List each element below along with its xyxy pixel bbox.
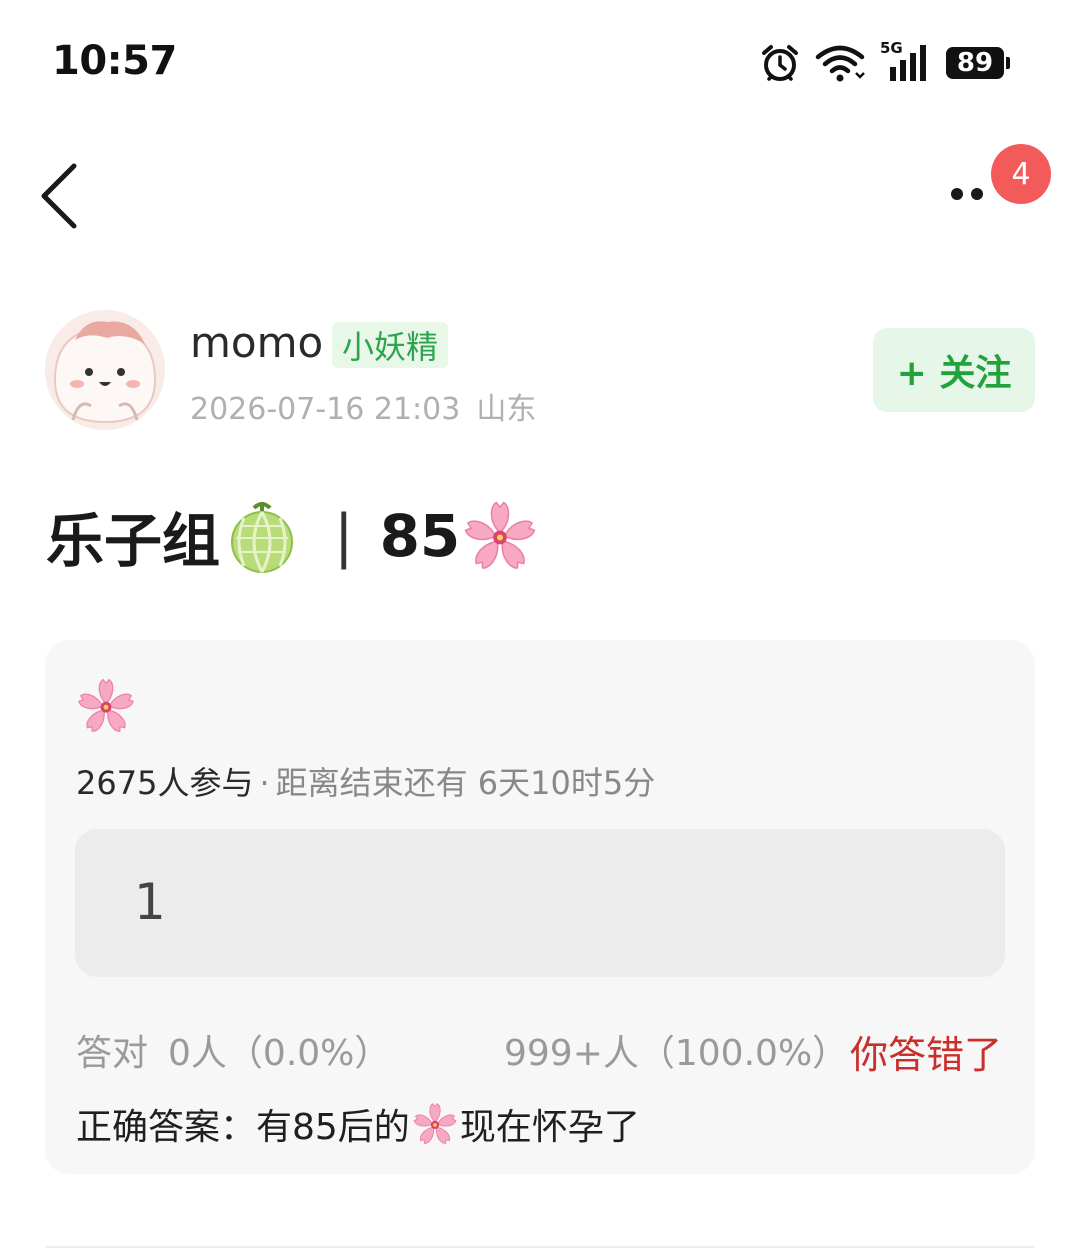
- signal-icon: 5G: [880, 39, 932, 83]
- chevron-left-icon: [41, 163, 77, 229]
- back-button[interactable]: [30, 158, 100, 234]
- battery-level: 89: [956, 48, 994, 78]
- avatar[interactable]: [45, 310, 165, 430]
- post-meta: 2026-07-16 21:03 山东: [190, 384, 536, 428]
- wrong-stat: 999+人（100.0%）: [504, 1033, 849, 1074]
- post-datetime: 2026-07-16 21:03: [190, 392, 461, 427]
- post-location: 山东: [476, 392, 537, 427]
- separator-dot: ·: [259, 764, 270, 802]
- battery-icon: 89: [946, 47, 1010, 79]
- quiz-participants: 2675人参与 · 距离结束还有 6天10时5分: [76, 758, 655, 804]
- post-title: 乐子组 | 85: [46, 498, 538, 575]
- sakura-icon: [412, 1101, 458, 1147]
- result-label: 你答错了: [850, 1033, 1003, 1077]
- correct-answer: 正确答案：有85后的 现在怀孕了: [76, 1098, 640, 1150]
- title-number: 85: [379, 502, 461, 570]
- notification-badge: 4: [991, 144, 1051, 204]
- status-time: 10:57: [52, 38, 177, 84]
- author-name[interactable]: momo: [190, 318, 323, 367]
- sakura-icon: [76, 676, 136, 736]
- alarm-icon: [762, 45, 798, 81]
- status-icons: 5G 89: [760, 39, 1010, 86]
- melon-emoji-icon: [231, 502, 294, 573]
- sakura-emoji-icon: [462, 498, 538, 574]
- author-tag: 小妖精: [332, 322, 449, 368]
- quiz-option-label: 1: [134, 873, 166, 931]
- quiz-option[interactable]: [75, 829, 1005, 977]
- correct-count: 0人（0.0%）: [168, 1033, 391, 1074]
- answer-prefix: 正确答案：有85后的: [76, 1107, 410, 1148]
- correct-label: 答对: [76, 1033, 149, 1074]
- wifi-icon: [815, 45, 865, 82]
- title-text: 乐子组: [46, 507, 221, 575]
- divider: [45, 1246, 1035, 1248]
- title-separator: |: [334, 502, 354, 570]
- answer-suffix: 现在怀孕了: [459, 1107, 640, 1148]
- follow-button[interactable]: + 关注: [873, 328, 1035, 412]
- participants-count: 2675人参与: [76, 764, 254, 802]
- correct-stat: 答对 0人（0.0%）: [76, 1024, 390, 1076]
- time-remaining: 距离结束还有 6天10时5分: [275, 764, 656, 802]
